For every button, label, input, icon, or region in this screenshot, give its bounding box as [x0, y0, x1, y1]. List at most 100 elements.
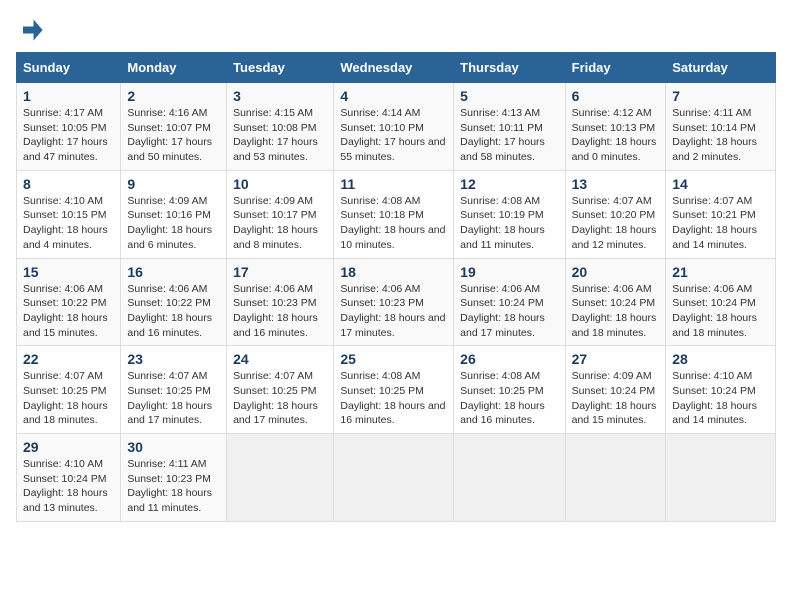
calendar-cell: 28 Sunrise: 4:10 AM Sunset: 10:24 PM Day… — [666, 346, 776, 434]
sunrise-value: 4:15 AM — [275, 107, 314, 119]
day-detail: Sunrise: 4:06 AM Sunset: 10:24 PM Daylig… — [572, 282, 660, 341]
sunset-value: 10:23 PM — [272, 297, 317, 309]
daylight-label: Daylight: 17 hours and 53 minutes. — [233, 136, 318, 163]
day-detail: Sunrise: 4:07 AM Sunset: 10:25 PM Daylig… — [233, 369, 327, 428]
sunset-value: 10:24 PM — [499, 297, 544, 309]
sunset-label: Sunset: — [127, 385, 166, 397]
day-detail: Sunrise: 4:07 AM Sunset: 10:20 PM Daylig… — [572, 194, 660, 253]
sunset-label: Sunset: — [572, 297, 611, 309]
sunset-label: Sunset: — [460, 122, 499, 134]
day-detail: Sunrise: 4:11 AM Sunset: 10:14 PM Daylig… — [672, 106, 769, 165]
sunset-value: 10:14 PM — [711, 122, 756, 134]
sunrise-value: 4:10 AM — [714, 370, 753, 382]
sunset-value: 10:24 PM — [610, 385, 655, 397]
calendar-header: SundayMondayTuesdayWednesdayThursdayFrid… — [17, 53, 776, 83]
calendar-cell: 2 Sunrise: 4:16 AM Sunset: 10:07 PM Dayl… — [121, 83, 227, 171]
day-detail: Sunrise: 4:10 AM Sunset: 10:24 PM Daylig… — [672, 369, 769, 428]
day-detail: Sunrise: 4:17 AM Sunset: 10:05 PM Daylig… — [23, 106, 114, 165]
day-detail: Sunrise: 4:07 AM Sunset: 10:21 PM Daylig… — [672, 194, 769, 253]
calendar-cell: 24 Sunrise: 4:07 AM Sunset: 10:25 PM Day… — [227, 346, 334, 434]
day-number: 4 — [340, 88, 447, 104]
sunrise-label: Sunrise: — [572, 370, 613, 382]
day-number: 25 — [340, 351, 447, 367]
daylight-label: Daylight: 18 hours and 17 minutes. — [127, 400, 212, 427]
sunrise-label: Sunrise: — [340, 283, 381, 295]
day-number: 1 — [23, 88, 114, 104]
sunrise-label: Sunrise: — [460, 283, 501, 295]
sunset-value: 10:13 PM — [610, 122, 655, 134]
sunset-label: Sunset: — [127, 122, 166, 134]
sunset-value: 10:25 PM — [166, 385, 211, 397]
sunset-label: Sunset: — [23, 473, 62, 485]
calendar-cell: 20 Sunrise: 4:06 AM Sunset: 10:24 PM Day… — [565, 258, 666, 346]
calendar-cell — [565, 434, 666, 522]
day-number: 18 — [340, 264, 447, 280]
calendar-week-2: 8 Sunrise: 4:10 AM Sunset: 10:15 PM Dayl… — [17, 170, 776, 258]
sunset-value: 10:22 PM — [166, 297, 211, 309]
day-detail: Sunrise: 4:06 AM Sunset: 10:22 PM Daylig… — [23, 282, 114, 341]
sunset-value: 10:24 PM — [610, 297, 655, 309]
calendar-week-5: 29 Sunrise: 4:10 AM Sunset: 10:24 PM Day… — [17, 434, 776, 522]
sunrise-value: 4:13 AM — [502, 107, 541, 119]
sunrise-label: Sunrise: — [672, 107, 713, 119]
daylight-label: Daylight: 18 hours and 17 minutes. — [460, 312, 545, 339]
weekday-row: SundayMondayTuesdayWednesdayThursdayFrid… — [17, 53, 776, 83]
sunset-value: 10:05 PM — [62, 122, 107, 134]
day-detail: Sunrise: 4:06 AM Sunset: 10:23 PM Daylig… — [233, 282, 327, 341]
sunset-value: 10:25 PM — [62, 385, 107, 397]
day-number: 24 — [233, 351, 327, 367]
sunset-value: 10:08 PM — [272, 122, 317, 134]
sunset-value: 10:10 PM — [379, 122, 424, 134]
day-detail: Sunrise: 4:07 AM Sunset: 10:25 PM Daylig… — [127, 369, 220, 428]
daylight-label: Daylight: 18 hours and 17 minutes. — [340, 312, 445, 339]
day-detail: Sunrise: 4:13 AM Sunset: 10:11 PM Daylig… — [460, 106, 558, 165]
sunrise-value: 4:14 AM — [382, 107, 421, 119]
day-number: 22 — [23, 351, 114, 367]
sunrise-label: Sunrise: — [340, 107, 381, 119]
day-number: 2 — [127, 88, 220, 104]
sunrise-value: 4:06 AM — [502, 283, 541, 295]
sunset-value: 10:18 PM — [379, 209, 424, 221]
sunrise-label: Sunrise: — [23, 283, 64, 295]
sunrise-label: Sunrise: — [127, 283, 168, 295]
day-number: 17 — [233, 264, 327, 280]
daylight-label: Daylight: 18 hours and 16 minutes. — [460, 400, 545, 427]
calendar-cell: 1 Sunrise: 4:17 AM Sunset: 10:05 PM Dayl… — [17, 83, 121, 171]
sunrise-value: 4:09 AM — [613, 370, 652, 382]
calendar-cell: 10 Sunrise: 4:09 AM Sunset: 10:17 PM Day… — [227, 170, 334, 258]
daylight-label: Daylight: 18 hours and 18 minutes. — [672, 312, 757, 339]
day-number: 12 — [460, 176, 558, 192]
sunset-label: Sunset: — [572, 122, 611, 134]
sunset-label: Sunset: — [340, 209, 379, 221]
sunrise-value: 4:06 AM — [382, 283, 421, 295]
daylight-label: Daylight: 18 hours and 10 minutes. — [340, 224, 445, 251]
daylight-label: Daylight: 18 hours and 18 minutes. — [572, 312, 657, 339]
sunrise-label: Sunrise: — [127, 107, 168, 119]
daylight-label: Daylight: 18 hours and 18 minutes. — [23, 400, 108, 427]
sunrise-label: Sunrise: — [233, 370, 274, 382]
day-number: 3 — [233, 88, 327, 104]
sunset-label: Sunset: — [572, 209, 611, 221]
calendar-cell: 16 Sunrise: 4:06 AM Sunset: 10:22 PM Day… — [121, 258, 227, 346]
day-number: 19 — [460, 264, 558, 280]
calendar-body: 1 Sunrise: 4:17 AM Sunset: 10:05 PM Dayl… — [17, 83, 776, 522]
sunrise-value: 4:08 AM — [382, 370, 421, 382]
calendar-week-4: 22 Sunrise: 4:07 AM Sunset: 10:25 PM Day… — [17, 346, 776, 434]
calendar-cell: 29 Sunrise: 4:10 AM Sunset: 10:24 PM Day… — [17, 434, 121, 522]
weekday-header-monday: Monday — [121, 53, 227, 83]
sunrise-value: 4:07 AM — [64, 370, 103, 382]
calendar-cell — [454, 434, 565, 522]
day-detail: Sunrise: 4:06 AM Sunset: 10:23 PM Daylig… — [340, 282, 447, 341]
daylight-label: Daylight: 18 hours and 16 minutes. — [127, 312, 212, 339]
calendar-cell — [666, 434, 776, 522]
calendar-table: SundayMondayTuesdayWednesdayThursdayFrid… — [16, 52, 776, 522]
sunrise-label: Sunrise: — [233, 195, 274, 207]
day-detail: Sunrise: 4:09 AM Sunset: 10:24 PM Daylig… — [572, 369, 660, 428]
sunset-label: Sunset: — [23, 122, 62, 134]
weekday-header-thursday: Thursday — [454, 53, 565, 83]
sunset-value: 10:21 PM — [711, 209, 756, 221]
sunset-label: Sunset: — [460, 209, 499, 221]
sunset-label: Sunset: — [460, 385, 499, 397]
sunset-value: 10:07 PM — [166, 122, 211, 134]
sunset-label: Sunset: — [233, 122, 272, 134]
